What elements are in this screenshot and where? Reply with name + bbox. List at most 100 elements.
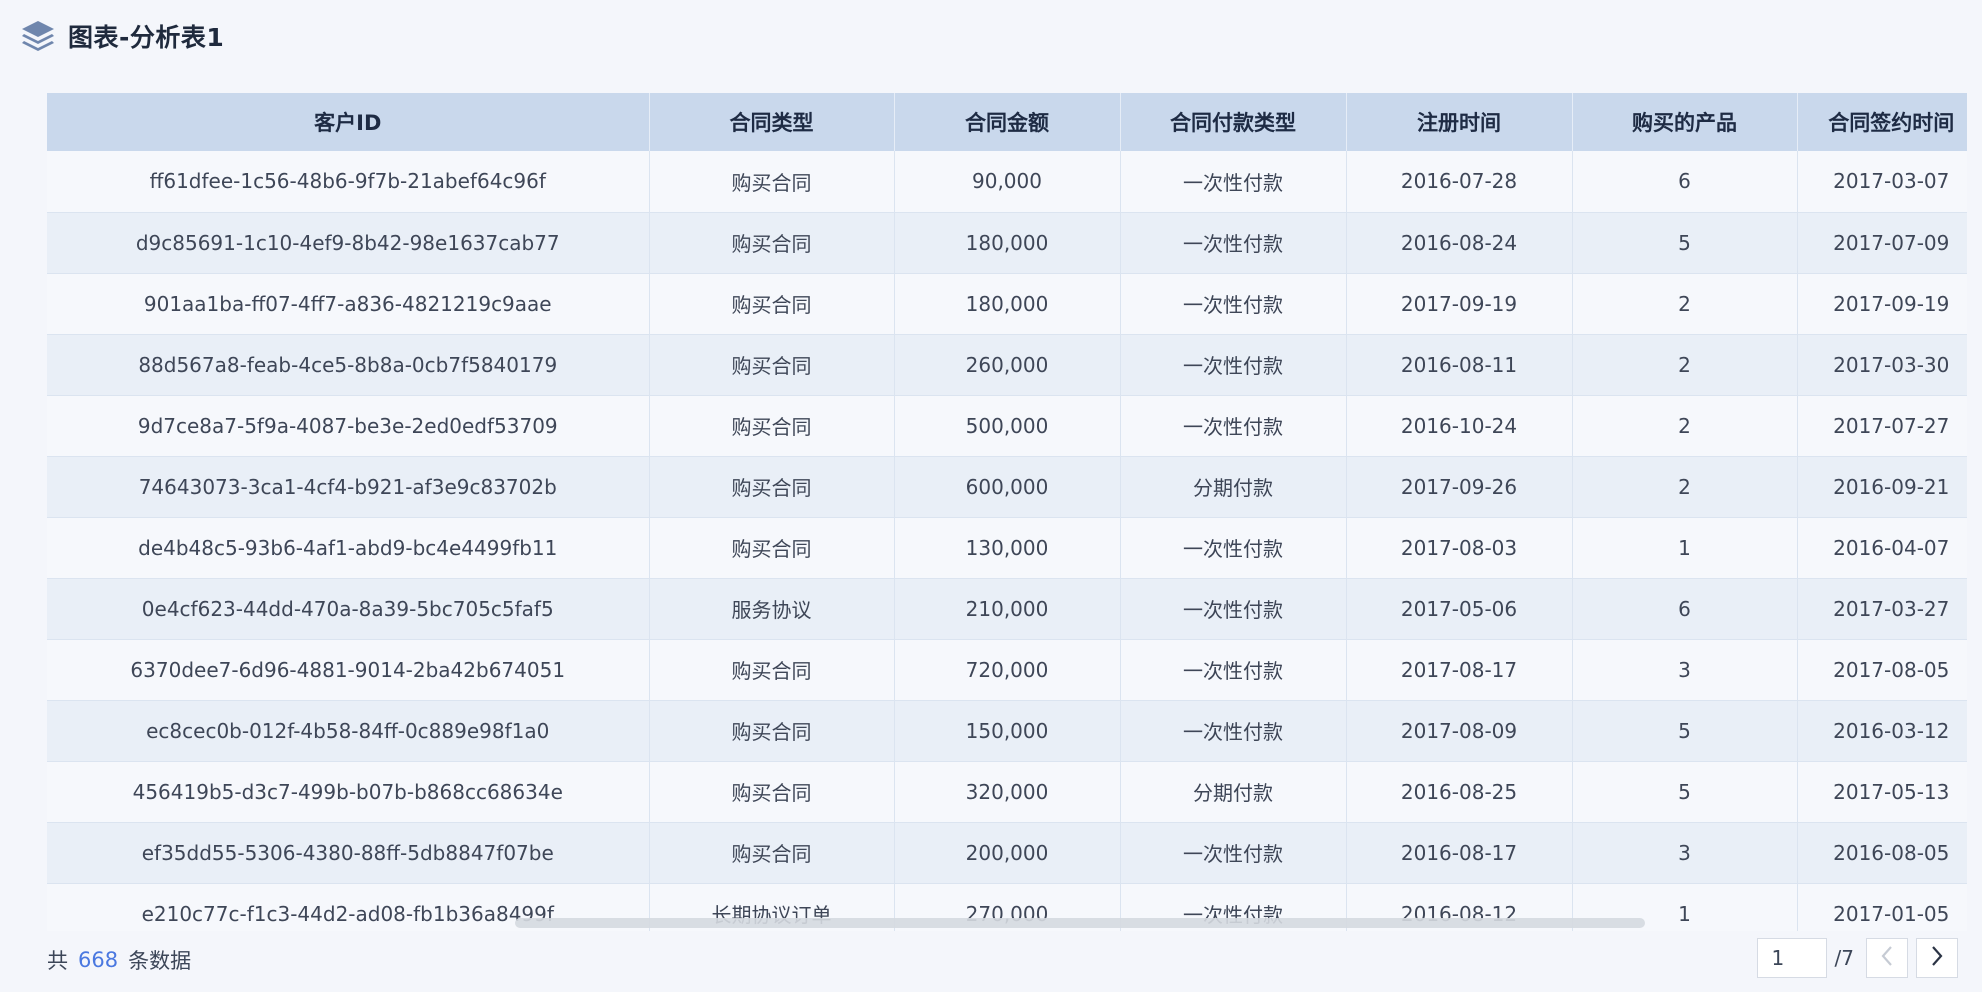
cell-register-time: 2017-09-26 [1346,456,1573,518]
cell-contract-type: 购买合同 [649,395,895,457]
cell-register-time: 2017-08-03 [1346,517,1573,579]
cell-register-time: 2017-09-19 [1346,273,1573,335]
column-header-register-time[interactable]: 注册时间 [1346,93,1573,151]
horizontal-scrollbar[interactable] [515,918,1645,928]
cell-customer-id: 6370dee7-6d96-4881-9014-2ba42b674051 [47,639,650,701]
cell-contract-type: 购买合同 [649,151,895,213]
table-row[interactable]: de4b48c5-93b6-4af1-abd9-bc4e4499fb11 购买合同… [47,517,1967,579]
cell-customer-id: 901aa1ba-ff07-4ff7-a836-4821219c9aae [47,273,650,335]
column-header-contract-amount[interactable]: 合同金额 [894,93,1121,151]
cell-register-time: 2016-08-24 [1346,212,1573,274]
cell-payment-type: 一次性付款 [1120,273,1347,335]
table-row[interactable]: 88d567a8-feab-4ce5-8b8a-0cb7f5840179 购买合同… [47,334,1967,396]
cell-contract-amount: 260,000 [894,334,1121,396]
cell-contract-amount: 180,000 [894,212,1121,274]
cell-customer-id: 88d567a8-feab-4ce5-8b8a-0cb7f5840179 [47,334,650,396]
column-header-customer-id[interactable]: 客户ID [47,93,650,151]
cell-customer-id: de4b48c5-93b6-4af1-abd9-bc4e4499fb11 [47,517,650,579]
pagination: /7 [1756,937,1958,979]
table-row[interactable]: d9c85691-1c10-4ef9-8b42-98e1637cab77 购买合同… [47,212,1967,274]
table-row[interactable]: 0e4cf623-44dd-470a-8a39-5bc705c5faf5 服务协议… [47,578,1967,640]
cell-contract-type: 购买合同 [649,700,895,762]
column-header-sign-time[interactable]: 合同签约时间 [1797,93,1967,151]
cell-payment-type: 一次性付款 [1120,334,1347,396]
cell-register-time: 2016-08-25 [1346,761,1573,823]
record-count-value: 668 [78,948,119,972]
table-row[interactable]: 9d7ce8a7-5f9a-4087-be3e-2ed0edf53709 购买合同… [47,395,1967,457]
cell-products: 6 [1572,151,1798,213]
chevron-right-icon [1930,945,1944,971]
table-row[interactable]: ec8cec0b-012f-4b58-84ff-0c889e98f1a0 购买合同… [47,700,1967,762]
cell-contract-type: 购买合同 [649,334,895,396]
table-row[interactable]: 456419b5-d3c7-499b-b07b-b868cc68634e 购买合同… [47,761,1967,823]
column-header-contract-type[interactable]: 合同类型 [649,93,895,151]
cell-sign-time: 2016-03-12 [1797,700,1967,762]
cell-sign-time: 2017-08-05 [1797,639,1967,701]
table-body: ff61dfee-1c56-48b6-9f7b-21abef64c96f 购买合同… [47,151,1967,931]
cell-contract-type: 购买合同 [649,639,895,701]
cell-payment-type: 一次性付款 [1120,212,1347,274]
table-row[interactable]: 74643073-3ca1-4cf4-b921-af3e9c83702b 购买合同… [47,456,1967,518]
cell-payment-type: 一次性付款 [1120,517,1347,579]
cell-contract-amount: 720,000 [894,639,1121,701]
page-title: 图表-分析表1 [68,23,225,52]
cell-sign-time: 2017-07-27 [1797,395,1967,457]
cell-contract-amount: 90,000 [894,151,1121,213]
cell-contract-type: 购买合同 [649,212,895,274]
record-count: 共 668 条数据 [47,940,191,980]
cell-products: 5 [1572,212,1798,274]
cell-sign-time: 2017-03-30 [1797,334,1967,396]
column-header-payment-type[interactable]: 合同付款类型 [1120,93,1347,151]
cell-contract-type: 服务协议 [649,578,895,640]
page: 图表-分析表1 客户ID 合同类型 合同金额 合同付款类型 注册时间 购买的产品… [0,0,1982,992]
page-total: /7 [1834,946,1854,970]
cell-customer-id: 9d7ce8a7-5f9a-4087-be3e-2ed0edf53709 [47,395,650,457]
cell-sign-time: 2017-09-19 [1797,273,1967,335]
data-table-container[interactable]: 客户ID 合同类型 合同金额 合同付款类型 注册时间 购买的产品 合同签约时间 … [47,93,1967,931]
cell-contract-amount: 180,000 [894,273,1121,335]
cell-register-time: 2016-08-11 [1346,334,1573,396]
cell-customer-id: ef35dd55-5306-4380-88ff-5db8847f07be [47,822,650,884]
cell-contract-amount: 150,000 [894,700,1121,762]
table-row[interactable]: ff61dfee-1c56-48b6-9f7b-21abef64c96f 购买合同… [47,151,1967,213]
data-table: 客户ID 合同类型 合同金额 合同付款类型 注册时间 购买的产品 合同签约时间 … [47,93,1967,931]
cell-sign-time: 2016-09-21 [1797,456,1967,518]
cell-payment-type: 分期付款 [1120,761,1347,823]
cell-customer-id: ec8cec0b-012f-4b58-84ff-0c889e98f1a0 [47,700,650,762]
cell-sign-time: 2017-01-05 [1797,883,1967,931]
cell-customer-id: ff61dfee-1c56-48b6-9f7b-21abef64c96f [47,151,650,213]
title-bar: 图表-分析表1 [20,16,224,56]
cell-register-time: 2016-08-17 [1346,822,1573,884]
cell-payment-type: 一次性付款 [1120,578,1347,640]
cell-contract-amount: 200,000 [894,822,1121,884]
cell-payment-type: 分期付款 [1120,456,1347,518]
cell-sign-time: 2017-07-09 [1797,212,1967,274]
cell-payment-type: 一次性付款 [1120,639,1347,701]
cell-register-time: 2017-08-09 [1346,700,1573,762]
cell-sign-time: 2017-05-13 [1797,761,1967,823]
column-header-products[interactable]: 购买的产品 [1572,93,1798,151]
cell-customer-id: d9c85691-1c10-4ef9-8b42-98e1637cab77 [47,212,650,274]
record-count-suffix: 条数据 [128,949,192,973]
table-row[interactable]: 901aa1ba-ff07-4ff7-a836-4821219c9aae 购买合同… [47,273,1967,335]
cell-register-time: 2016-07-28 [1346,151,1573,213]
table-header-row: 客户ID 合同类型 合同金额 合同付款类型 注册时间 购买的产品 合同签约时间 [47,93,1967,151]
cell-contract-amount: 210,000 [894,578,1121,640]
table-row[interactable]: 6370dee7-6d96-4881-9014-2ba42b674051 购买合同… [47,639,1967,701]
record-count-prefix: 共 [47,949,68,973]
page-number-input[interactable] [1756,938,1827,978]
prev-page-button[interactable] [1866,938,1908,978]
next-page-button[interactable] [1916,938,1958,978]
cell-products: 2 [1572,334,1798,396]
chevron-left-icon [1880,945,1894,971]
cell-contract-amount: 320,000 [894,761,1121,823]
cell-sign-time: 2016-04-07 [1797,517,1967,579]
cell-register-time: 2016-10-24 [1346,395,1573,457]
layers-icon [20,19,56,53]
table-row[interactable]: ef35dd55-5306-4380-88ff-5db8847f07be 购买合同… [47,822,1967,884]
cell-contract-type: 购买合同 [649,761,895,823]
cell-contract-amount: 600,000 [894,456,1121,518]
cell-payment-type: 一次性付款 [1120,395,1347,457]
cell-products: 3 [1572,639,1798,701]
cell-payment-type: 一次性付款 [1120,700,1347,762]
